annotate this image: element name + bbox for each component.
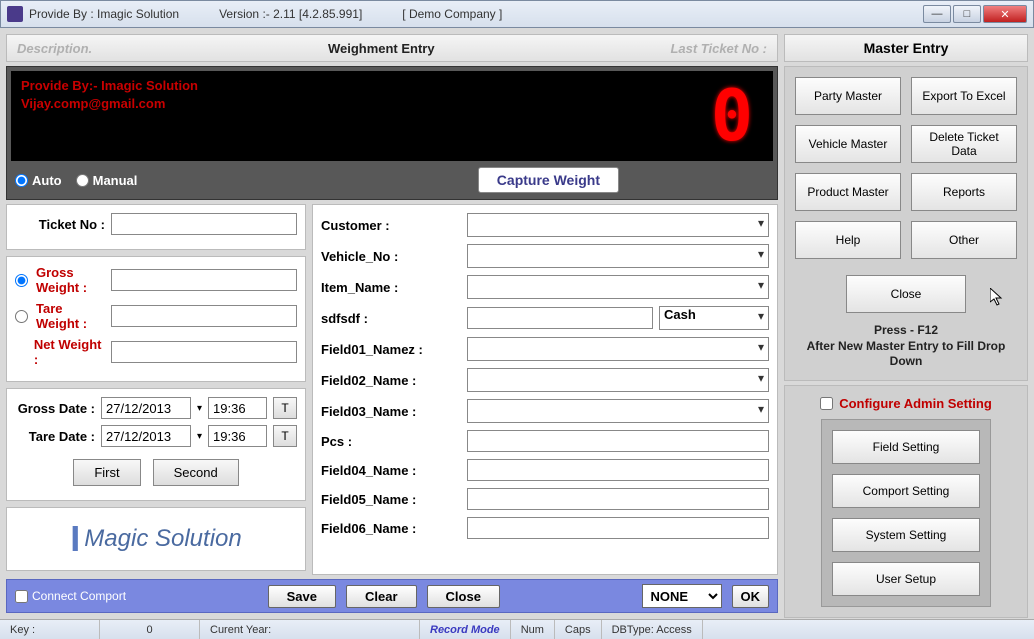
gross-time-input[interactable] <box>208 397 267 419</box>
pcs-input[interactable] <box>467 430 769 452</box>
lcd-line1: Provide By:- Imagic Solution <box>21 77 198 95</box>
f5-input[interactable] <box>467 488 769 510</box>
status-caps: Caps <box>555 620 602 639</box>
reports-button[interactable]: Reports <box>911 173 1017 211</box>
f4-label: Field04_Name : <box>321 463 461 478</box>
net-weight-input[interactable] <box>111 341 297 363</box>
connect-comport-check[interactable]: Connect Comport <box>15 589 126 603</box>
vehicle-label: Vehicle_No : <box>321 249 461 264</box>
status-record-mode: Record Mode <box>420 620 511 639</box>
gross-weight-label: Gross Weight : <box>36 265 105 295</box>
gross-weight-input[interactable] <box>111 269 297 291</box>
tare-date-input[interactable] <box>101 425 191 447</box>
export-excel-button[interactable]: Export To Excel <box>911 77 1017 115</box>
ticket-label: Ticket No : <box>15 217 105 232</box>
bottom-bar: Connect Comport Save Clear Close NONE OK <box>6 579 778 613</box>
f3-dropdown[interactable] <box>467 399 769 423</box>
help-button[interactable]: Help <box>795 221 901 259</box>
vehicle-master-button[interactable]: Vehicle Master <box>795 125 901 163</box>
title-provide: Provide By : Imagic Solution <box>29 7 179 21</box>
tare-t-button[interactable]: T <box>273 425 297 447</box>
gross-date-label: Gross Date : <box>15 401 95 416</box>
mode-auto[interactable]: Auto <box>15 173 62 188</box>
cash-dropdown[interactable]: Cash <box>659 306 769 330</box>
ticket-input[interactable] <box>111 213 297 235</box>
status-keyval: 0 <box>100 620 200 639</box>
close-button[interactable]: Close <box>427 585 500 608</box>
tare-weight-radio[interactable] <box>15 310 28 323</box>
gross-weight-radio[interactable] <box>15 274 28 287</box>
header-desc: Description. <box>17 41 92 56</box>
item-label: Item_Name : <box>321 280 461 295</box>
tare-weight-label: Tare Weight : <box>36 301 105 331</box>
mode-manual[interactable]: Manual <box>76 173 138 188</box>
f5-label: Field05_Name : <box>321 492 461 507</box>
pcs-label: Pcs : <box>321 434 461 449</box>
gross-date-input[interactable] <box>101 397 191 419</box>
save-button[interactable]: Save <box>268 585 336 608</box>
ok-button[interactable]: OK <box>732 585 770 608</box>
status-key: Key : <box>0 620 100 639</box>
tare-time-input[interactable] <box>208 425 267 447</box>
title-version: Version :- 2.11 [4.2.85.991] <box>219 7 362 21</box>
customer-label: Customer : <box>321 218 461 233</box>
status-num: Num <box>511 620 555 639</box>
system-setting-button[interactable]: System Setting <box>832 518 980 552</box>
master-close-button[interactable]: Close <box>846 275 966 313</box>
minimize-button[interactable]: — <box>923 5 951 23</box>
mode-auto-radio[interactable] <box>15 174 28 187</box>
lcd-line2: Vijay.comp@gmail.com <box>21 95 198 113</box>
titlebar: Provide By : Imagic Solution Version :- … <box>0 0 1034 28</box>
capture-weight-button[interactable]: Capture Weight <box>478 167 619 193</box>
f6-label: Field06_Name : <box>321 521 461 536</box>
maximize-button[interactable]: □ <box>953 5 981 23</box>
status-db: DBType: Access <box>602 620 703 639</box>
f2-label: Field02_Name : <box>321 373 461 388</box>
delete-ticket-button[interactable]: Delete Ticket Data <box>911 125 1017 163</box>
f2-dropdown[interactable] <box>467 368 769 392</box>
customer-dropdown[interactable] <box>467 213 769 237</box>
vehicle-dropdown[interactable] <box>467 244 769 268</box>
header-title: Weighment Entry <box>92 41 670 56</box>
gross-t-button[interactable]: T <box>273 397 297 419</box>
first-button[interactable]: First <box>73 459 140 486</box>
tare-date-label: Tare Date : <box>15 429 95 444</box>
f3-label: Field03_Name : <box>321 404 461 419</box>
status-bar: Key : 0 Curent Year: Record Mode Num Cap… <box>0 619 1034 639</box>
other-button[interactable]: Other <box>911 221 1017 259</box>
mode-manual-radio[interactable] <box>76 174 89 187</box>
tare-weight-input[interactable] <box>111 305 297 327</box>
product-master-button[interactable]: Product Master <box>795 173 901 211</box>
field-setting-button[interactable]: Field Setting <box>832 430 980 464</box>
lcd-digit: 0 <box>711 75 753 157</box>
title-company: [ Demo Company ] <box>402 7 502 21</box>
logo: IMagic Solution <box>6 507 306 571</box>
comport-setting-button[interactable]: Comport Setting <box>832 474 980 508</box>
f1-label: Field01_Namez : <box>321 342 461 357</box>
display-panel: Provide By:- Imagic Solution Vijay.comp@… <box>6 66 778 200</box>
close-window-button[interactable]: ✕ <box>983 5 1027 23</box>
header-last: Last Ticket No : <box>670 41 767 56</box>
net-weight-label: Net Weight : <box>34 337 105 367</box>
party-master-button[interactable]: Party Master <box>795 77 901 115</box>
clear-button[interactable]: Clear <box>346 585 417 608</box>
admin-header[interactable]: Configure Admin Setting <box>820 396 992 411</box>
app-icon <box>7 6 23 22</box>
item-dropdown[interactable] <box>467 275 769 299</box>
sdf-label: sdfsdf : <box>321 311 461 326</box>
sdf-input[interactable] <box>467 307 653 329</box>
entry-header: Description. Weighment Entry Last Ticket… <box>6 34 778 62</box>
lcd-display: Provide By:- Imagic Solution Vijay.comp@… <box>11 71 773 161</box>
user-setup-button[interactable]: User Setup <box>832 562 980 596</box>
status-year: Curent Year: <box>200 620 420 639</box>
none-select[interactable]: NONE <box>642 584 722 608</box>
f1-dropdown[interactable] <box>467 337 769 361</box>
master-hint: Press - F12 After New Master Entry to Fi… <box>795 323 1017 370</box>
f4-input[interactable] <box>467 459 769 481</box>
master-entry-header: Master Entry <box>784 34 1028 62</box>
f6-input[interactable] <box>467 517 769 539</box>
second-button[interactable]: Second <box>153 459 239 486</box>
